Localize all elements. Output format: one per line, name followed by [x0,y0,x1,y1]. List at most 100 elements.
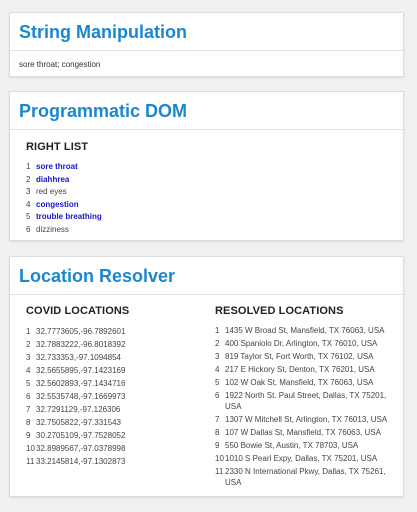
list-item: 4 32.5655895,-97.1423169 [26,364,215,377]
resolved-locations-list: 1 1435 W Broad St, Mansfield, TX 76063, U… [215,325,400,488]
right-list-heading: RIGHT LIST [26,141,89,153]
address-value: 102 W Oak St, Mansfield, TX 76063, USA [225,378,374,387]
coordinate-value: 32.7773605,-96.7892601 [36,327,126,336]
list-item-number: 8 [215,428,220,437]
list-item-number: 4 [26,199,31,209]
list-item-number: 7 [26,405,31,414]
list-item-number: 6 [26,224,31,234]
coordinate-value: 32.7505822,-97.331543 [36,418,121,427]
list-item-number: 10 [26,444,35,453]
list-item: 10 32.8989567,-97.0378998 [26,442,215,455]
coordinate-value: 32.5655895,-97.1423169 [36,366,126,375]
list-item-number: 5 [26,212,31,221]
covid-locations-heading: COVID LOCATIONS [26,305,130,317]
address-value: 107 W Dallas St, Mansfield, TX 76063, US… [225,428,381,437]
list-item-number: 3 [26,353,31,362]
address-value: 1922 North St. Paul Street, Dallas, TX 7… [225,391,387,411]
list-item: 4 217 E Hickory St, Denton, TX 76201, USA [215,364,400,375]
list-item: 8 32.7505822,-97.331543 [26,416,215,429]
list-item: 4 congestion [26,199,387,212]
location-resolver-card: Location Resolver COVID LOCATIONS 1 32.77… [9,256,404,497]
coordinate-value: 30.2705109,-97.7528052 [36,431,126,440]
list-item-number: 1 [215,326,220,335]
list-item-number: 2 [26,340,31,349]
list-item-number: 3 [26,187,31,196]
list-item: 2 32.7883222,-96.8018392 [26,338,215,351]
list-item: 1 32.7773605,-96.7892601 [26,325,215,338]
list-item-number: 4 [215,365,220,374]
list-item: 7 1307 W Mitchell St, Arlington, TX 76013… [215,414,400,425]
address-value: 1010 S Pearl Expy, Dallas, TX 75201, USA [225,454,378,463]
string-manipulation-title: String Manipulation [10,13,403,51]
list-item: 6 32.5535748,-97.1669973 [26,390,215,403]
resolved-locations-column: RESOLVED LOCATIONS 1 1435 W Broad St, Man… [215,305,400,490]
list-item-label: trouble breathing [36,212,102,221]
address-value: 2330 N International Pkwy, Dallas, TX 75… [225,467,386,487]
list-item-number: 4 [26,366,31,375]
coordinate-value: 32.5602893,-97.1434716 [36,379,126,388]
address-value: 400 Spaniolo Dr, Arlington, TX 76010, US… [225,339,378,348]
address-value: 550 Bowie St, Austin, TX 78703, USA [225,441,359,450]
list-item-number: 10 [215,454,224,463]
list-item: 11 2330 N International Pkwy, Dallas, TX … [215,466,400,488]
list-item: 3 32.733353,-97.1094854 [26,351,215,364]
programmatic-dom-title: Programmatic DOM [10,92,403,130]
list-item: 6 1922 North St. Paul Street, Dallas, TX … [215,390,400,412]
list-item: 3 red eyes [26,186,387,199]
programmatic-dom-card: Programmatic DOM RIGHT LIST 1 sore throat… [9,91,404,241]
list-item: 6 dizziness [26,224,387,237]
list-item: 11 33.2145814,-97.1302873 [26,455,215,468]
list-item: 1 sore throat [26,161,387,174]
covid-locations-column: COVID LOCATIONS 1 32.7773605,-96.7892601 … [26,305,215,490]
list-item-number: 5 [215,378,220,387]
list-item: 10 1010 S Pearl Expy, Dallas, TX 75201, U… [215,453,400,464]
list-item: 5 trouble breathing [26,211,387,224]
list-item: 2 400 Spaniolo Dr, Arlington, TX 76010, U… [215,338,400,349]
list-item-label: diahhrea [36,174,70,184]
address-value: 1307 W Mitchell St, Arlington, TX 76013,… [225,415,388,424]
list-item-number: 11 [215,467,224,476]
coordinate-value: 32.7883222,-96.8018392 [36,340,126,349]
covid-locations-list: 1 32.7773605,-96.7892601 2 32.7883222,-96.… [26,325,215,468]
list-item-number: 1 [26,162,31,171]
list-item-label: congestion [36,199,79,209]
list-item-number: 1 [26,327,31,336]
list-item-number: 3 [215,352,220,361]
list-item: 9 550 Bowie St, Austin, TX 78703, USA [215,440,400,451]
resolved-locations-heading: RESOLVED LOCATIONS [215,305,344,317]
list-item-label: sore throat [36,162,78,171]
list-item-number: 6 [26,392,31,401]
list-item-number: 8 [26,418,31,427]
list-item-label: red eyes [36,187,67,196]
list-item: 5 32.5602893,-97.1434716 [26,377,215,390]
coordinate-value: 32.7291129,-97.126306 [36,405,121,414]
address-value: 1435 W Broad St, Mansfield, TX 76063, US… [225,326,385,335]
list-item-number: 5 [26,379,31,388]
list-item: 5 102 W Oak St, Mansfield, TX 76063, USA [215,377,400,388]
location-resolver-title: Location Resolver [10,257,403,295]
string-manipulation-output: sore throat; congestion [19,60,101,69]
coordinate-value: 32.5535748,-97.1669973 [36,392,126,401]
location-columns: COVID LOCATIONS 1 32.7773605,-96.7892601 … [10,295,403,490]
list-item: 2 diahhrea [26,174,387,187]
list-item-number: 9 [26,431,31,440]
list-item-number: 7 [215,415,220,424]
list-item: 7 32.7291129,-97.126306 [26,403,215,416]
list-item-number: 11 [26,457,35,466]
address-value: 819 Taylor St, Fort Worth, TX 76102, USA [225,352,374,361]
right-list: 1 sore throat 2 diahhrea 3 red eyes 4 conges… [26,161,387,236]
list-item-label: dizziness [36,224,69,234]
address-value: 217 E Hickory St, Denton, TX 76201, USA [225,365,375,374]
string-manipulation-card: String Manipulation sore throat; congest… [9,12,404,77]
list-item: 3 819 Taylor St, Fort Worth, TX 76102, US… [215,351,400,362]
right-list-section: RIGHT LIST 1 sore throat 2 diahhrea 3 red e… [10,130,403,236]
list-item-number: 6 [215,391,220,400]
coordinate-value: 32.733353,-97.1094854 [36,353,121,362]
list-item: 9 30.2705109,-97.7528052 [26,429,215,442]
list-item: 1 1435 W Broad St, Mansfield, TX 76063, U… [215,325,400,336]
list-item-number: 2 [215,339,220,348]
coordinate-value: 32.8989567,-97.0378998 [36,444,126,453]
list-item: 8 107 W Dallas St, Mansfield, TX 76063, U… [215,427,400,438]
coordinate-value: 33.2145814,-97.1302873 [36,457,126,466]
list-item-number: 9 [215,441,220,450]
